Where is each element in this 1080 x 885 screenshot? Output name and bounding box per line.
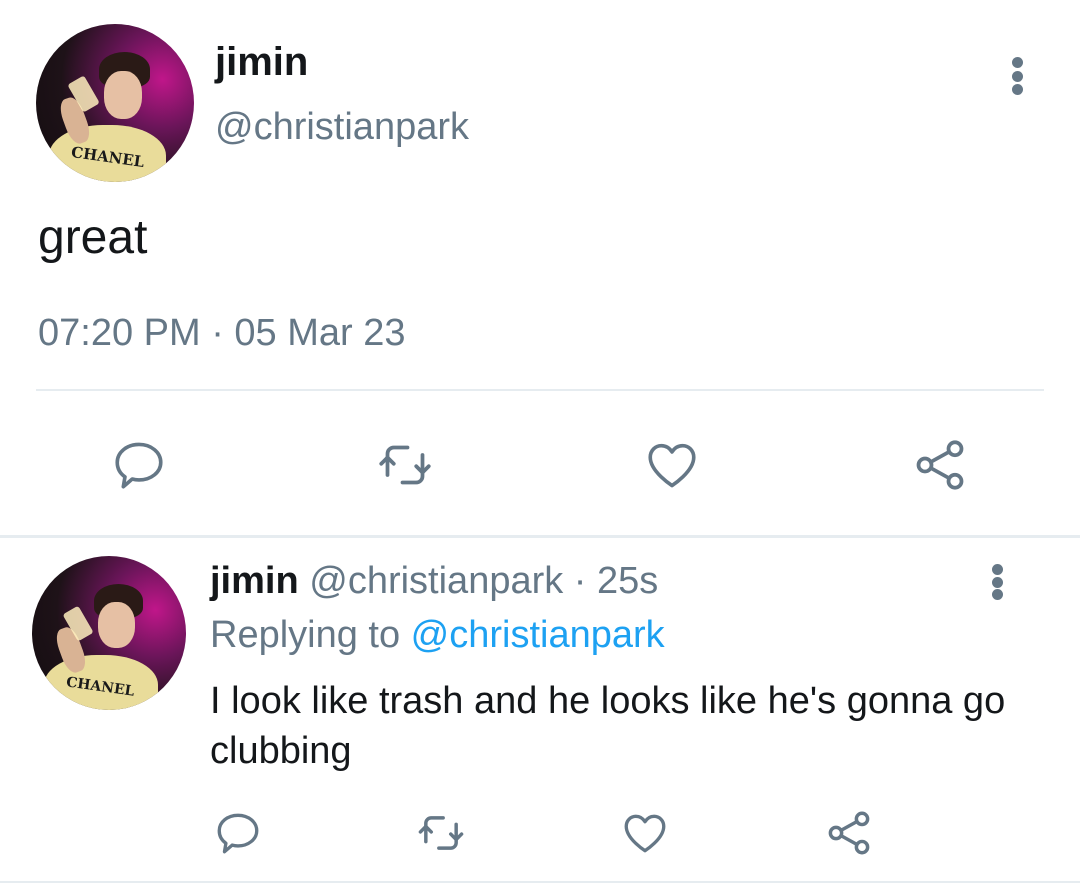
avatar[interactable]: CHANEL bbox=[32, 556, 186, 710]
like-button[interactable] bbox=[615, 803, 675, 863]
author-display-name[interactable]: jimin bbox=[215, 40, 308, 85]
replying-mention-link[interactable]: @christianpark bbox=[411, 614, 665, 656]
comment-bubble-icon bbox=[217, 813, 259, 854]
tweet-age[interactable]: 25s bbox=[597, 560, 658, 602]
separator: · bbox=[563, 560, 598, 602]
reply-button[interactable] bbox=[208, 803, 268, 863]
more-options-icon[interactable] bbox=[990, 564, 1004, 600]
retweet-button[interactable] bbox=[370, 430, 440, 500]
tweet-detail-page: CHANEL jimin @christianpark great 07:20 … bbox=[0, 0, 1080, 885]
heart-icon bbox=[648, 443, 696, 488]
replying-prefix: Replying to bbox=[210, 614, 411, 656]
retweet-icon bbox=[379, 445, 431, 485]
tweet-text: great bbox=[38, 211, 148, 264]
replying-to-line: Replying to @christianpark bbox=[210, 614, 665, 657]
share-icon bbox=[828, 811, 870, 855]
retweet-button[interactable] bbox=[411, 803, 471, 863]
share-button[interactable] bbox=[819, 803, 879, 863]
more-options-icon[interactable] bbox=[1010, 57, 1024, 95]
tweet-timestamp[interactable]: 07:20 PM · 05 Mar 23 bbox=[38, 312, 406, 355]
reply-header: jimin @christianpark · 25s bbox=[210, 560, 658, 603]
main-tweet: CHANEL jimin @christianpark great 07:20 … bbox=[0, 0, 1080, 535]
share-icon bbox=[916, 440, 964, 490]
share-button[interactable] bbox=[905, 430, 975, 500]
divider bbox=[36, 389, 1044, 391]
like-button[interactable] bbox=[637, 430, 707, 500]
heart-icon bbox=[624, 814, 666, 853]
author-handle[interactable]: @christianpark bbox=[215, 106, 469, 149]
divider bbox=[0, 881, 1080, 883]
comment-bubble-icon bbox=[115, 442, 163, 489]
author-handle[interactable]: @christianpark bbox=[309, 560, 563, 602]
tweet-action-bar bbox=[0, 803, 1080, 873]
tweet-action-bar bbox=[0, 430, 1080, 500]
avatar[interactable]: CHANEL bbox=[36, 24, 194, 182]
reply-tweet[interactable]: CHANEL jimin @christianpark · 25s Replyi… bbox=[0, 538, 1080, 885]
tweet-text: I look like trash and he looks like he's… bbox=[210, 680, 1006, 772]
reply-button[interactable] bbox=[104, 430, 174, 500]
retweet-icon bbox=[418, 816, 464, 850]
author-display-name[interactable]: jimin bbox=[210, 560, 299, 602]
